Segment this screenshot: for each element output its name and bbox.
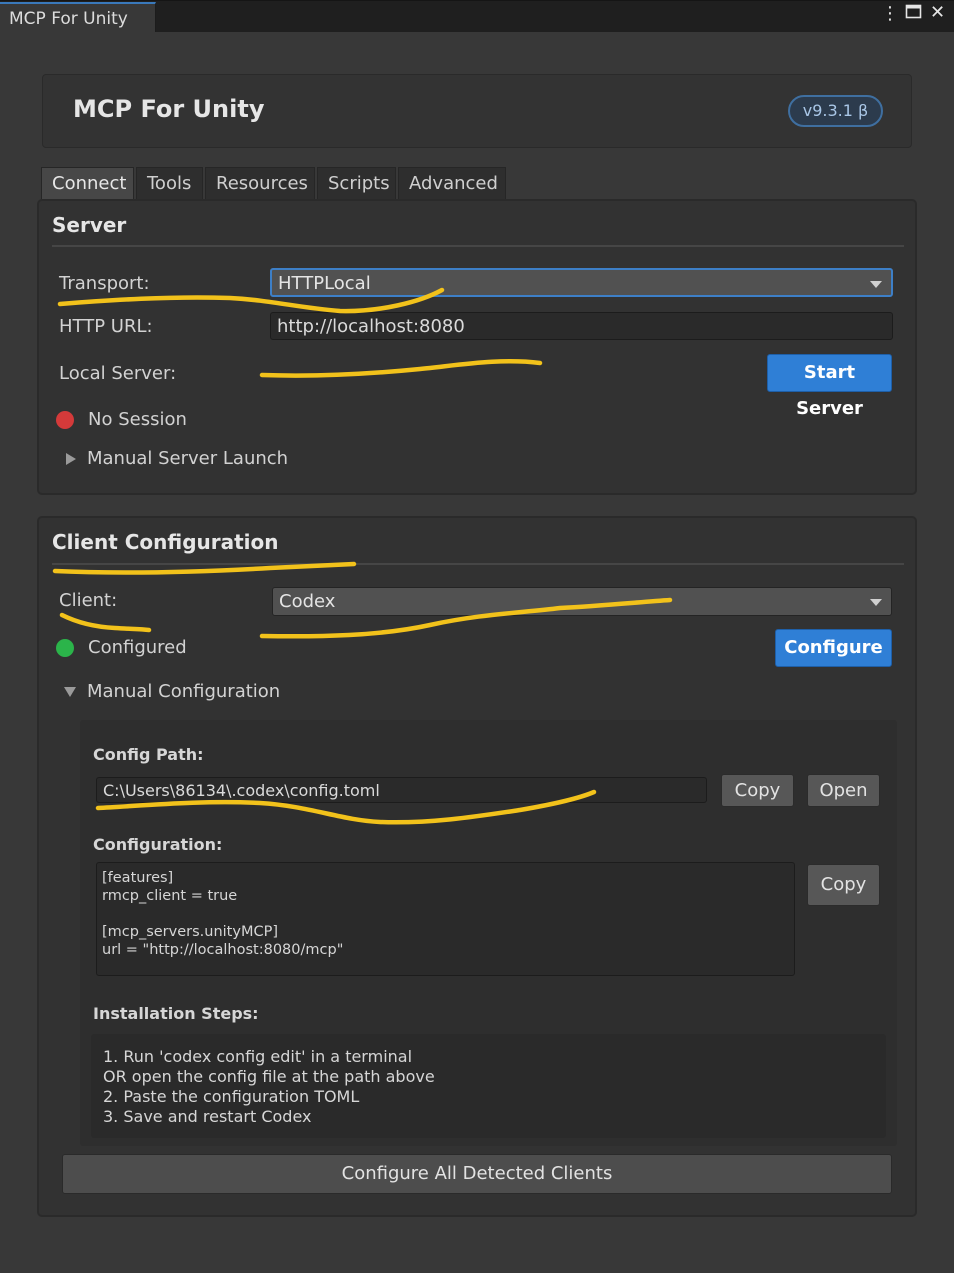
open-path-button[interactable]: Open — [807, 774, 880, 807]
installation-steps-label: Installation Steps: — [93, 1004, 259, 1023]
installation-steps-text: 1. Run 'codex config edit' in a terminal… — [103, 1047, 435, 1126]
window-tab[interactable]: MCP For Unity — [0, 2, 156, 32]
version-badge: v9.3.1 β — [788, 95, 883, 127]
manual-server-launch-foldout[interactable]: Manual Server Launch — [87, 448, 288, 469]
chevron-down-icon[interactable] — [64, 687, 76, 697]
client-value: Codex — [279, 591, 336, 612]
local-server-label: Local Server: — [59, 363, 177, 384]
header-card: MCP For Unity v9.3.1 β — [42, 74, 912, 148]
config-path-value: C:\Users\86134\.codex\config.toml — [103, 781, 380, 800]
client-status-text: Configured — [88, 637, 187, 658]
configuration-textarea[interactable]: [features] rmcp_client = true [mcp_serve… — [96, 862, 795, 976]
close-icon[interactable]: ✕ — [930, 2, 945, 23]
configuration-text: [features] rmcp_client = true [mcp_serve… — [102, 870, 344, 958]
chevron-down-icon — [870, 599, 882, 606]
configuration-label: Configuration: — [93, 835, 223, 854]
http-url-field[interactable]: http://localhost:8080 — [270, 312, 893, 340]
client-config-divider — [52, 563, 904, 565]
tab-advanced[interactable]: Advanced — [398, 167, 506, 199]
config-path-label: Config Path: — [93, 745, 204, 764]
status-dot-green-icon — [56, 639, 74, 657]
configure-all-clients-button[interactable]: Configure All Detected Clients — [62, 1154, 892, 1194]
configure-button[interactable]: Configure — [775, 629, 892, 667]
more-menu-icon[interactable]: ⋮ — [881, 3, 899, 24]
client-config-title: Client Configuration — [52, 530, 279, 554]
maximize-icon[interactable] — [905, 4, 923, 25]
transport-label: Transport: — [59, 273, 150, 294]
session-status-text: No Session — [88, 409, 187, 430]
server-title: Server — [52, 213, 127, 237]
chevron-down-icon — [870, 281, 882, 288]
http-url-value: http://localhost:8080 — [277, 316, 465, 337]
manual-configuration-foldout[interactable]: Manual Configuration — [87, 681, 280, 702]
transport-dropdown[interactable]: HTTPLocal — [270, 268, 893, 297]
status-dot-red-icon — [56, 411, 74, 429]
client-dropdown[interactable]: Codex — [272, 587, 892, 616]
server-divider — [52, 245, 904, 247]
tab-resources[interactable]: Resources — [205, 167, 315, 199]
copy-path-button[interactable]: Copy — [721, 774, 794, 807]
copy-config-button[interactable]: Copy — [807, 864, 880, 906]
client-label: Client: — [59, 590, 118, 611]
transport-value: HTTPLocal — [278, 273, 371, 294]
tab-tools[interactable]: Tools — [136, 167, 203, 199]
config-path-field[interactable]: C:\Users\86134\.codex\config.toml — [96, 777, 707, 803]
page-title: MCP For Unity — [73, 95, 265, 123]
chevron-right-icon[interactable] — [66, 453, 76, 465]
start-server-button[interactable]: Start Server — [767, 354, 892, 419]
window-tab-title: MCP For Unity — [9, 9, 128, 29]
tab-scripts[interactable]: Scripts — [317, 167, 396, 199]
http-url-label: HTTP URL: — [59, 316, 153, 337]
installation-steps-box: 1. Run 'codex config edit' in a terminal… — [91, 1034, 886, 1138]
tab-connect[interactable]: Connect — [41, 167, 134, 199]
